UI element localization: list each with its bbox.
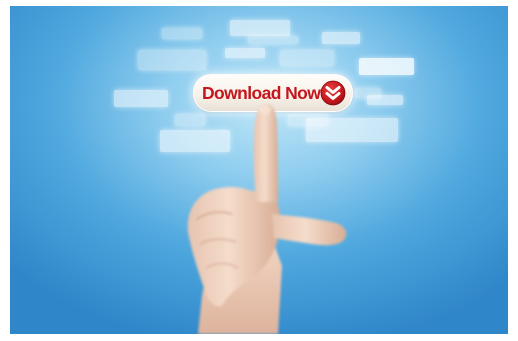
photo-frame: Download Now <box>10 6 508 334</box>
pointing-hand <box>187 103 347 334</box>
